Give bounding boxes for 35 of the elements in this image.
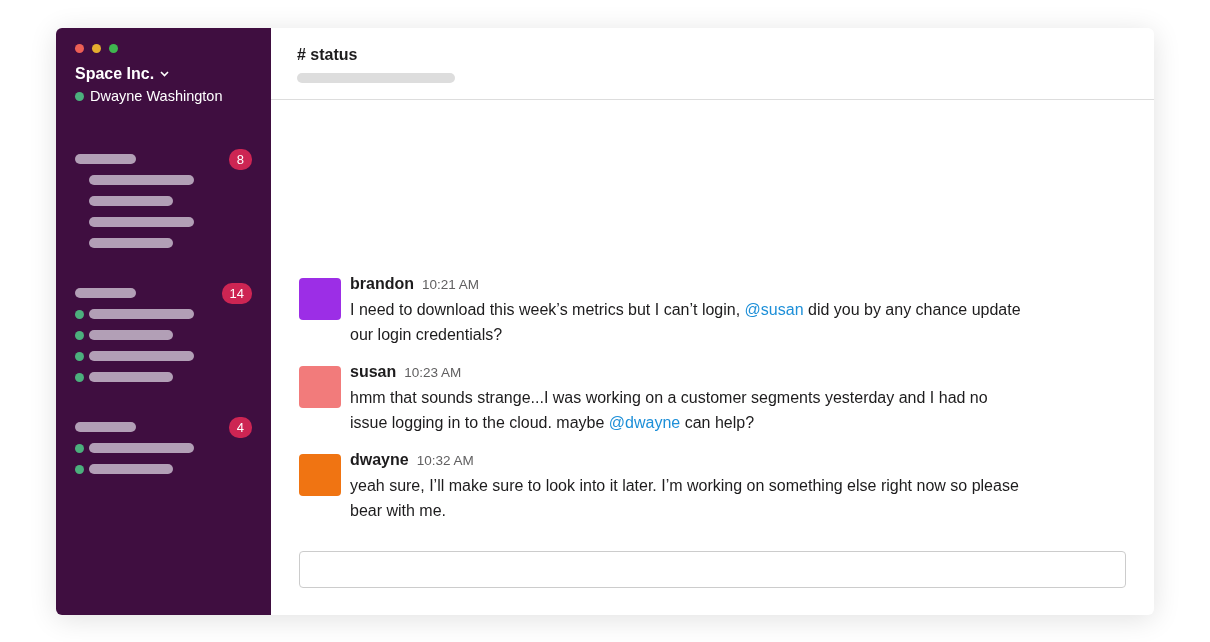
channel-placeholder-bar[interactable] bbox=[89, 238, 173, 248]
channel-placeholder-bar[interactable] bbox=[89, 443, 194, 453]
channel-placeholder-bar[interactable] bbox=[89, 217, 194, 227]
channel-title: # status bbox=[297, 46, 359, 64]
channel-placeholder-bar[interactable] bbox=[89, 196, 173, 206]
message-time: 10:21 AM bbox=[422, 277, 480, 292]
window-zoom-button[interactable] bbox=[109, 44, 118, 53]
author-name[interactable]: brandon bbox=[350, 275, 414, 293]
window-close-button[interactable] bbox=[75, 44, 84, 53]
mention-link[interactable]: @dwayne bbox=[608, 414, 681, 431]
message-input[interactable] bbox=[299, 551, 1126, 588]
user-name: Dwayne Washington bbox=[90, 88, 223, 104]
message-time: 10:32 AM bbox=[416, 453, 474, 468]
workspace-name[interactable]: Space Inc. bbox=[75, 65, 155, 83]
channel-placeholder-bar[interactable] bbox=[89, 372, 173, 382]
channel-placeholder-bar[interactable] bbox=[89, 351, 194, 361]
window-minimize-button[interactable] bbox=[92, 44, 101, 53]
channel-placeholder-bar[interactable] bbox=[89, 464, 173, 474]
author-name[interactable]: susan bbox=[350, 363, 397, 381]
section-placeholder-bar[interactable] bbox=[75, 422, 136, 432]
message-text: I need to download this week’s metrics but I can’t login, @susan did you by any chance update our login credentials? bbox=[350, 300, 1022, 345]
chevron-down-icon[interactable] bbox=[160, 71, 170, 77]
section-placeholder-bar[interactable] bbox=[75, 288, 136, 298]
message-time: 10:23 AM bbox=[404, 365, 462, 380]
unread-count: 4 bbox=[228, 416, 252, 438]
channel-placeholder-bar[interactable] bbox=[89, 309, 194, 319]
channel-placeholder-bar[interactable] bbox=[89, 330, 173, 340]
section-placeholder-bar[interactable] bbox=[75, 154, 136, 164]
message-text: hmm that sounds strange...I was working on a customer segments yesterday and I had no issue logging in to the cloud. maybe @dwayne can help? bbox=[350, 388, 989, 433]
author-name[interactable]: dwayne bbox=[350, 451, 409, 469]
mention-link[interactable]: @susan bbox=[744, 301, 804, 318]
unread-count: 8 bbox=[228, 148, 252, 170]
unread-count: 14 bbox=[221, 282, 252, 304]
channel-placeholder-bar[interactable] bbox=[89, 175, 194, 185]
message-text: yeah sure, I’ll make sure to look into it later. I’m working on something else right now so please bear with me. bbox=[350, 476, 1020, 521]
